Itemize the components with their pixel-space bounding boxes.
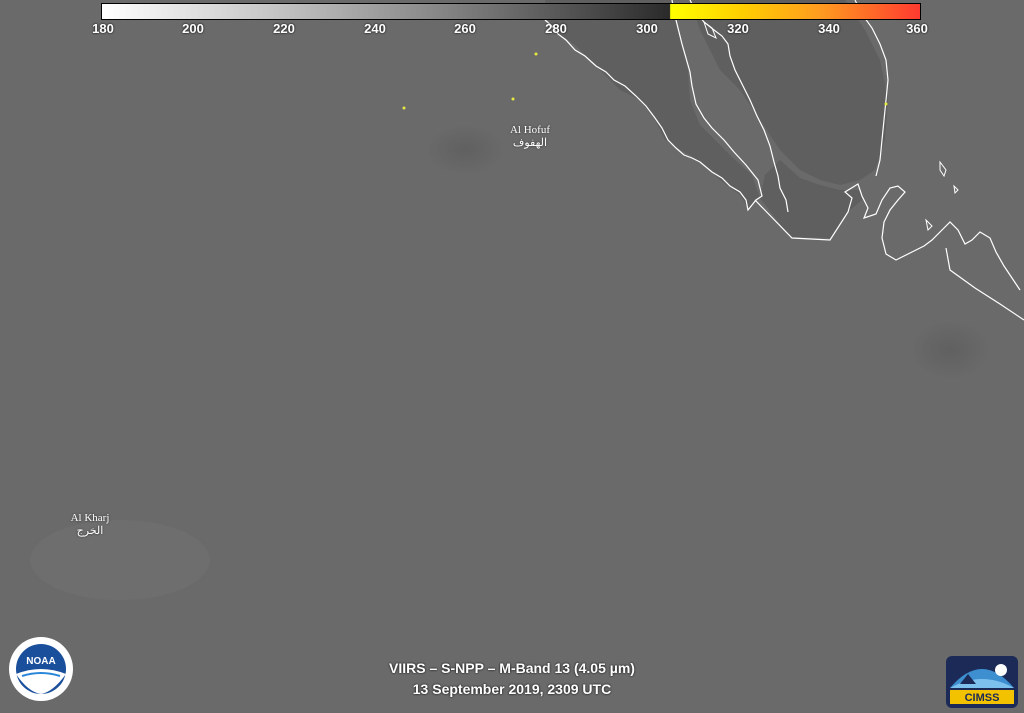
- caption-date: 13 September 2019, 2309 UTC: [412, 681, 612, 697]
- colorbar-tick: 200: [182, 21, 204, 36]
- city-name: Al Kharj: [70, 512, 110, 524]
- dark-patch: [425, 125, 505, 175]
- colorbar-tick: 360: [906, 21, 928, 36]
- noaa-logo: NOAA: [9, 637, 73, 701]
- caption-title: VIIRS – S-NPP – M-Band 13 (4.05 µm): [389, 660, 635, 676]
- fire-hotspot: [511, 97, 515, 101]
- noaa-logo-text: NOAA: [26, 656, 55, 667]
- city-name: Al Hofuf: [509, 124, 551, 136]
- city-label-al-hofuf: Al Hofuf الهفوف: [510, 124, 550, 150]
- colorbar-tick: 300: [636, 21, 658, 36]
- satellite-image: 180 200 220 240 260 280 300 320 340 360 …: [0, 0, 1024, 713]
- colorbar-tick: 320: [727, 21, 749, 36]
- fire-hotspot: [534, 52, 538, 56]
- fire-hotspot: [884, 102, 888, 106]
- city-name-arabic: الخرج: [76, 525, 104, 537]
- colorbar-tick: 180: [92, 21, 114, 36]
- dark-patch: [910, 320, 990, 380]
- colorbar-tick: 340: [818, 21, 840, 36]
- colorbar-tick: 260: [454, 21, 476, 36]
- cimss-logo: CIMSS: [946, 656, 1018, 708]
- city-label-al-kharj: Al Kharj الخرج: [71, 512, 110, 538]
- colorbar-tick: 240: [364, 21, 386, 36]
- city-name-arabic: الهفوف: [512, 137, 548, 149]
- fire-hotspot: [402, 106, 406, 110]
- light-patch: [30, 520, 210, 600]
- colorbar-tick: 220: [273, 21, 295, 36]
- colorbar-tick: 280: [545, 21, 567, 36]
- color-scale-bar: [101, 3, 921, 20]
- map-canvas: [0, 0, 1024, 713]
- cimss-logo-text: CIMSS: [965, 692, 1000, 704]
